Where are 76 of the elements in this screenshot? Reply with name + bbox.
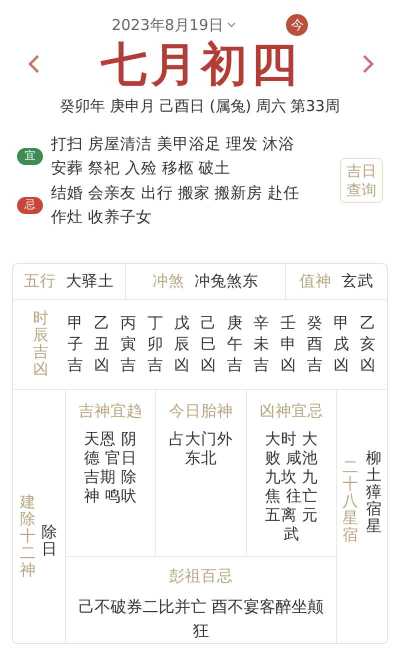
section-title: 凶神宜忌 [259,400,324,422]
info-label: 五行 [24,270,56,292]
stem-text: 甲 [333,312,350,334]
activity-list-text: 打扫 房屋清洁 美甲浴足 理发 沐浴 [51,134,295,155]
deity-text: 五离 元 [264,506,318,525]
fortune-text: 凶 [333,354,350,376]
activity-list-text: 结婚 会亲友 出行 搬家 搬新房 赴任 [51,182,300,204]
info-value: 冲兔煞东 [194,270,258,292]
duty-value: 除日 [42,524,57,558]
fortune-text: 吉 [254,354,270,376]
deity-text: 东北 [184,448,217,468]
branch-text: 未 [254,334,270,355]
today-button[interactable]: 今 [286,14,308,36]
taboo-text: 己不破券二比并亡 酉不宴客醉坐颠 [78,596,324,618]
stem-text: 壬 [280,312,296,334]
branch-text: 丑 [94,334,110,355]
taboo-text: 狂 [193,620,209,642]
fortune-text: 吉 [227,354,244,376]
info-label: 冲煞 [152,270,184,292]
deity-text: 天恩 阴 [84,430,138,449]
stem-text: 己 [200,312,216,334]
fortune-text: 吉 [120,354,137,376]
branch-text: 巳 [200,334,216,355]
activity-list-text: 安葬 祭祀 入殓 移柩 破土 [51,158,232,180]
fortune-text: 吉 [68,354,84,376]
branch-text: 辰 [174,334,190,355]
branch-text: 卯 [147,334,164,355]
fortune-text: 凶 [174,354,190,376]
fortune-text: 吉 [147,354,164,376]
ganzhi-date-text: 癸卯年 庚申月 己酉日 (属兔) 周六 第33周 [59,96,341,118]
stem-text: 乙 [94,312,110,334]
branch-text: 亥 [360,334,376,355]
activity-list-text: 作灶 收养子女 [51,207,153,228]
duty-label: 建除十二神 [20,494,36,579]
deity-text: 德 官日 [84,448,138,468]
stem-text: 甲 [68,312,84,334]
stem-text: 乙 [360,312,376,334]
fortune-text: 凶 [280,354,296,376]
stem-text: 庚 [227,312,244,334]
fortune-text: 凶 [200,354,216,376]
stem-text: 丁 [147,312,164,334]
chevron-down-icon[interactable] [227,22,236,28]
branch-text: 戌 [333,334,350,355]
deity-text: 大时 大 [264,430,318,449]
branch-text: 申 [280,334,296,355]
hours-label: 时辰吉凶 [33,310,48,378]
deity-text: 武 [283,524,300,544]
info-value: 大驿土 [66,270,114,292]
star-value: 柳土獐宿星 [366,450,382,535]
fortune-text: 凶 [94,354,110,376]
branch-text: 午 [227,334,244,355]
section-title: 彭祖百忌 [169,566,233,587]
deity-text: 败 咸池 [264,448,318,468]
fortune-text: 吉 [306,354,323,376]
section-title: 今日胎神 [168,400,233,422]
tag-badge: 宜 [17,148,43,165]
info-value: 玄武 [341,270,374,292]
branch-text: 酉 [306,334,323,355]
deity-text: 吉期 除 [84,468,138,487]
branch-text: 寅 [120,334,137,355]
star-label: 二十八星宿 [342,458,358,544]
fortune-text: 凶 [360,354,376,376]
info-label: 值神 [299,270,332,292]
deity-text: 焦 往亡 [264,486,318,506]
deity-text: 占大门外 [168,430,233,449]
deity-text: 神 鸣吠 [84,486,138,506]
stem-text: 癸 [306,312,323,334]
tag-badge: 忌 [17,196,43,214]
deity-text: 九坎 九 [264,468,318,487]
branch-text: 子 [68,334,84,355]
stem-text: 戊 [174,312,190,334]
stem-text: 丙 [120,312,137,334]
section-title: 吉神宜趋 [78,400,143,422]
stem-text: 辛 [254,312,270,334]
date-text[interactable]: 2023年8月19日 [112,14,224,36]
lunar-date-title: 七月初四 [101,38,301,90]
